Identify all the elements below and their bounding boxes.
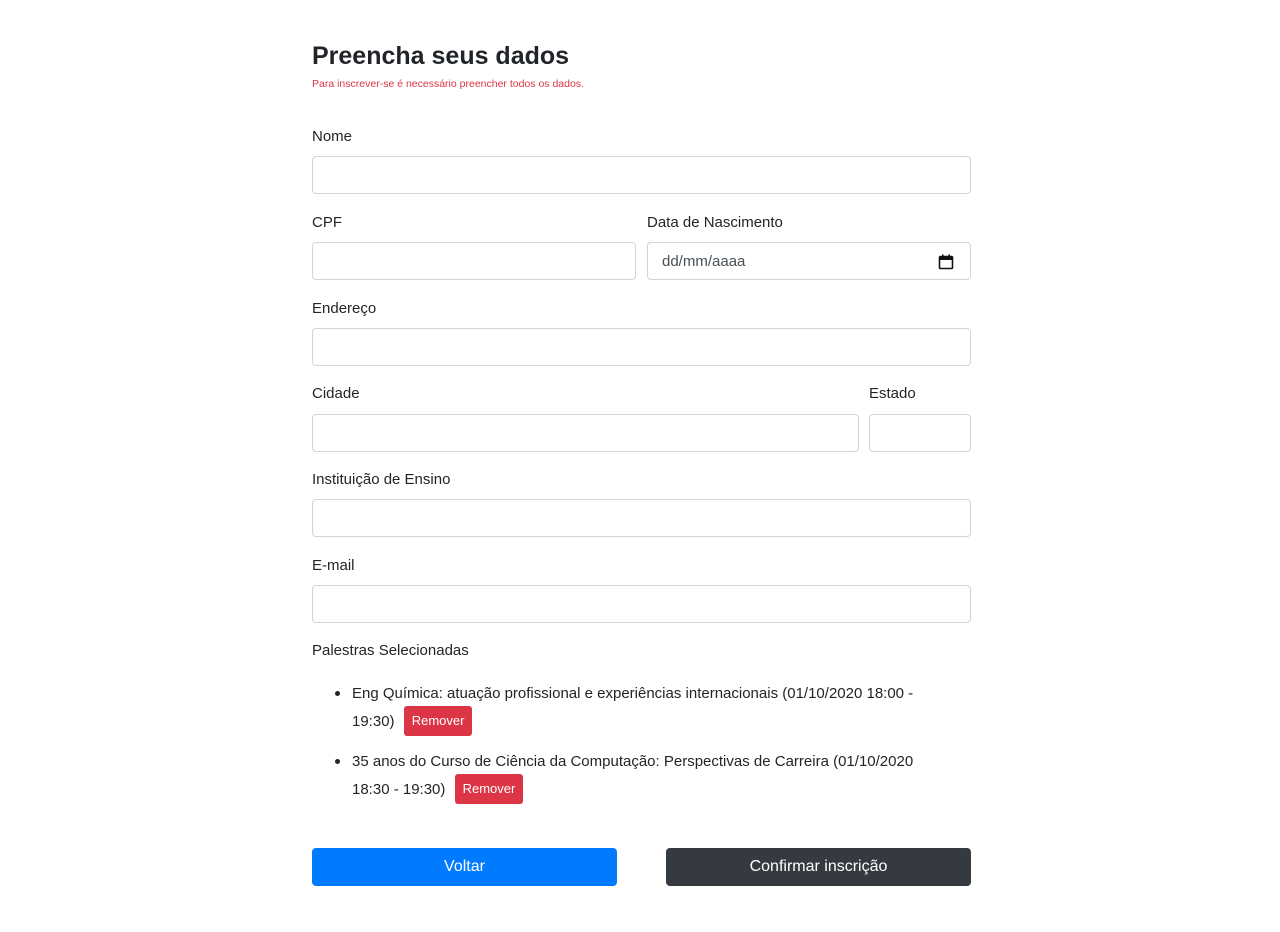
instituicao-input[interactable]: [312, 499, 971, 537]
estado-input[interactable]: [869, 414, 971, 452]
calendar-icon[interactable]: [938, 254, 954, 270]
nascimento-date-input[interactable]: dd/mm/aaaa: [647, 242, 971, 280]
date-placeholder: dd/mm/aaaa: [662, 253, 746, 270]
nome-label: Nome: [312, 128, 353, 145]
instituicao-label: Instituição de Ensino: [312, 471, 451, 488]
bullet: [335, 759, 340, 764]
talk-text: 35 anos do Curso de Ciência da Computaçã…: [352, 753, 914, 798]
selected-talks-label: Palestras Selecionadas: [312, 642, 469, 659]
nascimento-label: Data de Nascimento: [647, 214, 783, 231]
bullet: [335, 691, 340, 696]
estado-label: Estado: [869, 385, 916, 402]
back-button[interactable]: Voltar: [312, 848, 617, 886]
talk-item: 35 anos do Curso de Ciência da Computaçã…: [312, 748, 971, 805]
cpf-input[interactable]: [312, 242, 636, 280]
endereco-label: Endereço: [312, 300, 377, 317]
remove-talk-button[interactable]: Remover: [454, 774, 524, 804]
confirm-registration-button[interactable]: Confirmar inscrição: [666, 848, 971, 886]
cpf-label: CPF: [312, 214, 342, 231]
remove-talk-button[interactable]: Remover: [403, 706, 473, 736]
nome-input[interactable]: [312, 156, 971, 194]
email-input[interactable]: [312, 585, 971, 623]
form-subtitle: Para inscrever-se é necessário preencher…: [312, 78, 584, 90]
talk-item: Eng Química: atuação profissional e expe…: [312, 680, 971, 737]
cidade-input[interactable]: [312, 414, 859, 452]
selected-talks-list: Eng Química: atuação profissional e expe…: [312, 680, 971, 805]
cidade-label: Cidade: [312, 385, 360, 402]
page-title: Preencha seus dados: [312, 42, 570, 70]
email-label: E-mail: [312, 557, 355, 574]
endereco-input[interactable]: [312, 328, 971, 366]
